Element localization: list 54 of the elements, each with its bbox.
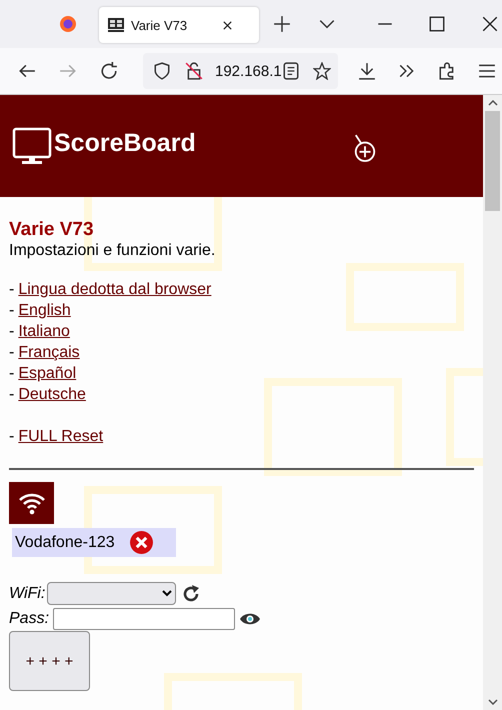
link[interactable]: Italiano — [18, 321, 70, 342]
link[interactable]: Français — [18, 342, 80, 363]
maximize-icon[interactable] — [428, 15, 446, 33]
menu-icon[interactable] — [478, 62, 496, 80]
add-circle-icon[interactable] — [352, 134, 377, 164]
new-tab-icon[interactable] — [273, 15, 291, 33]
section-description: Impostazioni e funzioni varie. — [9, 241, 216, 260]
link[interactable]: Español — [18, 363, 76, 384]
wifi-icon — [16, 491, 46, 515]
network-name: Vodafone-123 — [15, 534, 115, 552]
list-dash: - — [9, 343, 14, 363]
password-label: Pass: — [9, 610, 50, 628]
wifi-select[interactable] — [47, 582, 176, 605]
tab-title: Varie V73 — [131, 18, 188, 32]
link[interactable]: Lingua dedotta dal browser — [18, 279, 212, 300]
link[interactable]: Deutsche — [18, 384, 86, 405]
download-icon[interactable] — [358, 62, 376, 80]
list-dash: - — [9, 427, 14, 447]
error-icon — [128, 530, 154, 555]
back-icon[interactable] — [18, 62, 36, 80]
wifi-label: WiFi: — [9, 584, 46, 602]
list-dash: - — [9, 364, 14, 384]
close-icon[interactable] — [481, 15, 499, 33]
list-dash: - — [9, 322, 14, 342]
scrollbar[interactable] — [483, 95, 502, 710]
submit-button[interactable]: + + + + — [9, 631, 90, 691]
browser-logo-icon[interactable] — [58, 14, 78, 34]
star-icon[interactable] — [312, 62, 331, 80]
section-title: Varie V73 — [9, 219, 95, 241]
double-chevron-icon[interactable] — [398, 62, 416, 80]
list-dash: - — [9, 280, 14, 300]
insecure-lock-icon — [185, 62, 203, 80]
link[interactable]: English — [18, 300, 71, 321]
shield-icon — [153, 62, 171, 80]
reload-icon[interactable] — [100, 62, 118, 80]
scroll-up-icon[interactable] — [488, 100, 498, 106]
wifi-button[interactable] — [9, 482, 54, 524]
url-text: 192.168.1 — [215, 62, 282, 80]
address-bar[interactable]: 192.168.1 — [143, 53, 338, 89]
puzzle-icon[interactable] — [438, 62, 456, 80]
monitor-icon — [12, 127, 52, 167]
scrollbar-thumb[interactable] — [485, 111, 500, 211]
list-dash: - — [9, 385, 14, 405]
scoreboard-icon — [107, 16, 125, 34]
password-field[interactable] — [53, 608, 236, 630]
browser-tab[interactable]: Varie V73 — [99, 7, 259, 43]
list-dash: - — [9, 301, 14, 321]
eye-icon[interactable] — [239, 612, 262, 626]
app-title: ScoreBoard — [54, 128, 196, 158]
close-icon[interactable] — [222, 20, 233, 30]
refresh-icon[interactable] — [181, 584, 202, 604]
reader-view-icon[interactable] — [282, 62, 300, 80]
scroll-down-icon[interactable] — [488, 699, 498, 705]
link[interactable]: FULL Reset — [18, 426, 104, 447]
